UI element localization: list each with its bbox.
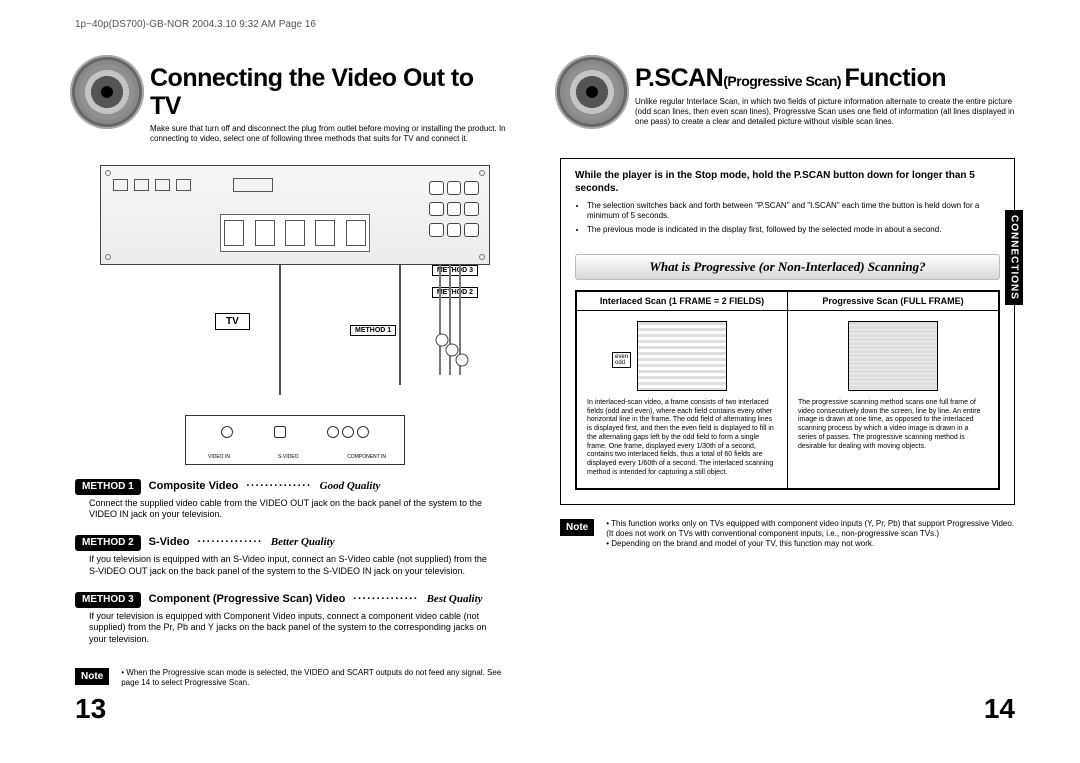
- method2-body: If you television is equipped with an S-…: [89, 554, 495, 577]
- pscan-item-1: The selection switches back and forth be…: [587, 201, 1000, 222]
- th-interlaced: Interlaced Scan (1 FRAME = 2 FIELDS): [577, 291, 788, 310]
- method-3: METHOD 3 Component (Progressive Scan) Vi…: [75, 592, 495, 646]
- tv-port-video: VIDEO IN: [208, 454, 230, 460]
- cable-lines: [100, 265, 490, 415]
- method2-title: S-Video: [149, 536, 190, 548]
- question-title: What is Progressive (or Non-Interlaced) …: [575, 254, 1000, 280]
- method-1: METHOD 1 Composite Video ·············· …: [75, 479, 495, 521]
- pscan-instructions: While the player is in the Stop mode, ho…: [560, 158, 1015, 505]
- method3-badge: METHOD 3: [75, 592, 141, 608]
- method1-body: Connect the supplied video cable from th…: [89, 498, 495, 521]
- tv-port-component: COMPONENT IN: [347, 454, 386, 460]
- note-right-1: This function works only on TVs equipped…: [606, 519, 1014, 538]
- note-right: Note • This function works only on TVs e…: [560, 519, 1015, 550]
- tv-port-svideo: S-VIDEO: [278, 454, 299, 460]
- interlaced-desc: In interlaced-scan video, a frame consis…: [587, 399, 777, 478]
- page-13: Connecting the Video Out to TV Make sure…: [75, 55, 510, 705]
- note-right-2: Depending on the brand and model of your…: [611, 539, 874, 548]
- tv-label: TV: [215, 313, 250, 330]
- scan-comparison-table: Interlaced Scan (1 FRAME = 2 FIELDS) Pro…: [575, 290, 1000, 490]
- speaker-icon: [70, 55, 144, 129]
- pscan-item-2: The previous mode is indicated in the di…: [587, 225, 1000, 235]
- note-left: Note • When the Progressive scan mode is…: [75, 668, 510, 689]
- intro-right: Unlike regular Interlace Scan, in which …: [635, 97, 1015, 128]
- amplifier-rear-panel: [100, 165, 490, 265]
- crop-mark: 1p~40p(DS700)-GB-NOR 2004.3.10 9:32 AM P…: [75, 20, 316, 30]
- th-progressive: Progressive Scan (FULL FRAME): [788, 291, 999, 310]
- page-number-14: 14: [984, 693, 1015, 725]
- page-14: P.SCAN(Progressive Scan) Function Unlike…: [560, 55, 1015, 705]
- method1-quality: Good Quality: [320, 480, 381, 492]
- method1-badge: METHOD 1: [75, 479, 141, 495]
- section-tab-connections: CONNECTIONS: [1005, 210, 1023, 305]
- method3-quality: Best Quality: [427, 593, 483, 605]
- method3-title: Component (Progressive Scan) Video: [149, 593, 346, 605]
- page-title-right: P.SCAN(Progressive Scan) Function: [635, 55, 1015, 93]
- method-2: METHOD 2 S-Video ·············· Better Q…: [75, 535, 495, 577]
- page-title-left: Connecting the Video Out to TV: [150, 55, 510, 120]
- connection-diagram: METHOD 3 METHOD 2 METHOD 1 TV VID: [100, 165, 490, 465]
- interlaced-diagram: even odd: [637, 321, 727, 391]
- page-number-13: 13: [75, 693, 106, 725]
- note-badge: Note: [560, 519, 594, 536]
- method2-quality: Better Quality: [271, 536, 335, 548]
- method1-title: Composite Video: [149, 480, 239, 492]
- speaker-icon: [555, 55, 629, 129]
- method3-body: If your television is equipped with Comp…: [89, 611, 495, 646]
- method2-badge: METHOD 2: [75, 535, 141, 551]
- even-odd-label: even odd: [612, 352, 631, 368]
- page-spread: Connecting the Video Out to TV Make sure…: [75, 55, 1005, 705]
- progressive-desc: The progressive scanning method scans on…: [798, 399, 988, 452]
- pscan-header: While the player is in the Stop mode, ho…: [575, 169, 1000, 195]
- intro-left: Make sure that turn off and disconnect t…: [150, 124, 510, 145]
- tv-input-panel: VIDEO IN S-VIDEO COMPONENT IN: [185, 415, 405, 465]
- progressive-diagram: [848, 321, 938, 391]
- note-badge: Note: [75, 668, 109, 685]
- note-text: When the Progressive scan mode is select…: [121, 668, 501, 687]
